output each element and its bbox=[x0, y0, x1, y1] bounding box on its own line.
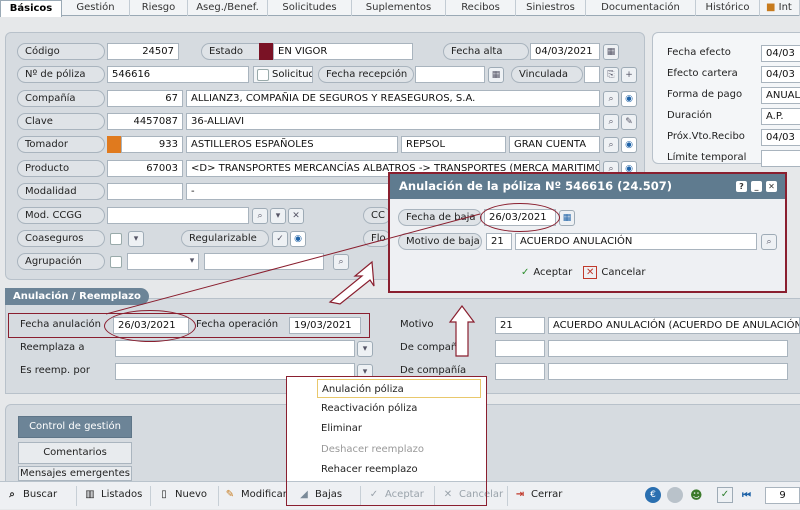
up-arrow bbox=[448, 305, 476, 357]
menu-highlight bbox=[286, 376, 487, 506]
search-icon: ⌕ bbox=[9, 489, 15, 500]
exit-icon: ⇥ bbox=[515, 489, 525, 500]
modificar-button[interactable]: ✎ Modificar bbox=[224, 482, 287, 510]
listados-button[interactable]: ▥ Listados bbox=[84, 482, 142, 510]
buscar-label: Buscar bbox=[23, 489, 58, 500]
buscar-button[interactable]: ⌕ Buscar bbox=[6, 482, 57, 510]
users-icon[interactable]: ☻ bbox=[690, 487, 708, 503]
modificar-label: Modificar bbox=[241, 489, 287, 500]
checklist-icon[interactable]: ✓ bbox=[717, 487, 733, 503]
list-icon: ▥ bbox=[85, 489, 95, 500]
nuevo-button[interactable]: ▯ Nuevo bbox=[158, 482, 207, 510]
dialog-highlight bbox=[388, 172, 787, 293]
nuevo-label: Nuevo bbox=[175, 489, 208, 500]
pencil-icon: ✎ bbox=[225, 489, 235, 500]
separator bbox=[507, 486, 508, 506]
listados-label: Listados bbox=[101, 489, 143, 500]
down-left-arrow bbox=[328, 260, 375, 305]
cerrar-label: Cerrar bbox=[531, 489, 563, 500]
cerrar-button[interactable]: ⇥ Cerrar bbox=[514, 482, 563, 510]
separator bbox=[218, 486, 219, 506]
separator bbox=[76, 486, 77, 506]
first-page-icon[interactable]: ⏮ bbox=[742, 488, 760, 504]
euro-icon[interactable]: € bbox=[645, 487, 661, 503]
separator bbox=[150, 486, 151, 506]
page-number-field[interactable]: 9 bbox=[765, 487, 800, 504]
new-document-icon: ▯ bbox=[161, 489, 167, 500]
refresh-icon[interactable] bbox=[667, 487, 683, 503]
